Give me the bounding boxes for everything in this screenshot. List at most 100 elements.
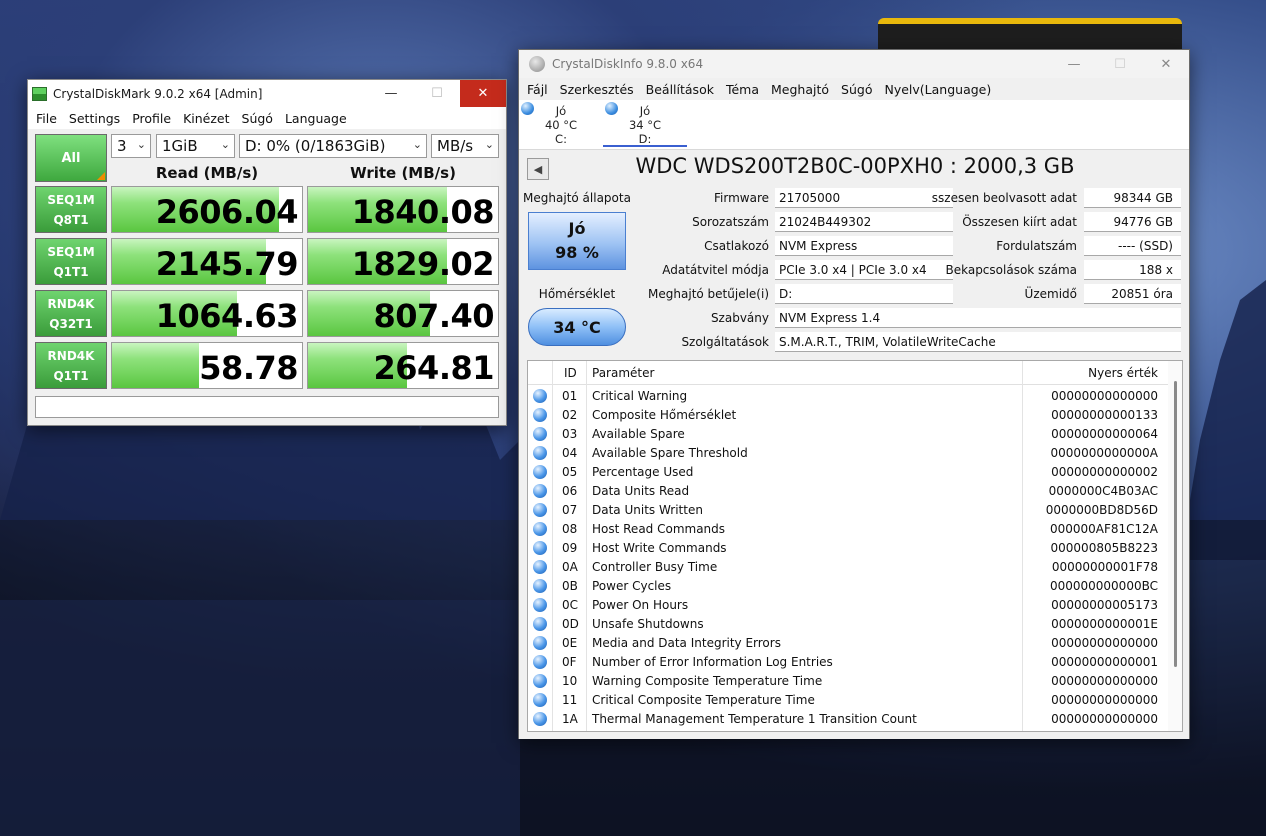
menu-drive[interactable]: Meghajtó <box>765 82 835 97</box>
smart-row[interactable]: 05 Percentage Used 00000000000002 <box>528 463 1168 482</box>
smart-row[interactable]: 10 Warning Composite Temperature Time 0000… <box>528 672 1168 691</box>
features-label: Szolgáltatások <box>681 335 769 349</box>
read-result: 58.78 <box>111 342 303 389</box>
smart-parameter: Host Write Commands <box>592 541 727 555</box>
col-parameter[interactable]: Paraméter <box>592 366 654 380</box>
status-dot-icon <box>533 465 547 479</box>
crystaldiskinfo-window: CrystalDiskInfo 9.8.0 x64 — ☐ ✕ Fájl Sze… <box>518 49 1190 739</box>
test-button[interactable]: SEQ1M Q1T1 <box>35 238 107 285</box>
test-name: RND4K <box>47 296 95 311</box>
read-result-value: 1064.63 <box>155 297 299 335</box>
unit-value: MB/s <box>437 137 474 155</box>
drive-tab-d[interactable]: Jó 34 °C D: <box>603 100 687 147</box>
smart-row[interactable]: 0E Media and Data Integrity Errors 0000000… <box>528 634 1168 653</box>
menu-help[interactable]: Súgó <box>236 111 279 126</box>
corner-indicator-icon <box>97 172 105 180</box>
smart-row[interactable]: 01 Critical Warning 00000000000000 <box>528 387 1168 406</box>
smart-row[interactable]: 0D Unsafe Shutdowns 0000000000001E <box>528 615 1168 634</box>
write-result-value: 807.40 <box>373 297 495 335</box>
smart-raw-value: 00000000000000 <box>1051 693 1158 707</box>
read-result-value: 2606.04 <box>155 193 299 231</box>
transfer-mode-value: PCIe 3.0 x4 | PCIe 3.0 x4 <box>775 260 953 280</box>
write-header: Write (MB/s) <box>350 164 456 182</box>
smart-raw-value: 00000000005173 <box>1051 598 1158 612</box>
smart-row[interactable]: 09 Host Write Commands 000000805B8223 <box>528 539 1168 558</box>
health-dot-icon <box>521 102 534 115</box>
menu-settings[interactable]: Beállítások <box>640 82 720 97</box>
smart-raw-value: 00000000000000 <box>1051 712 1158 726</box>
menu-file[interactable]: Fájl <box>521 82 554 97</box>
test-button[interactable]: SEQ1M Q8T1 <box>35 186 107 233</box>
read-header: Read (MB/s) <box>155 164 259 182</box>
smart-row[interactable]: 0F Number of Error Information Log Entrie… <box>528 653 1168 672</box>
smart-row[interactable]: 0C Power On Hours 00000000005173 <box>528 596 1168 615</box>
write-result: 807.40 <box>307 290 499 337</box>
menu-settings[interactable]: Settings <box>63 111 126 126</box>
write-result-value: 264.81 <box>373 349 495 387</box>
drive-select[interactable]: D: 0% (0/1863GiB) ⌄ <box>239 134 427 158</box>
scrollbar-thumb[interactable] <box>1174 381 1177 667</box>
smart-parameter: Percentage Used <box>592 465 694 479</box>
rotation-label: Fordulatszám <box>996 239 1077 253</box>
health-label: Meghajtó állapota <box>523 191 631 205</box>
cdi-menubar: Fájl Szerkesztés Beállítások Téma Meghaj… <box>519 78 1189 100</box>
test-count-select[interactable]: 3 ⌄ <box>111 134 151 158</box>
test-size-select[interactable]: 1GiB ⌄ <box>156 134 235 158</box>
status-dot-icon <box>533 522 547 536</box>
close-button[interactable]: ✕ <box>460 80 506 107</box>
power-hours-value: 20851 óra <box>1084 284 1181 304</box>
smart-id: 1A <box>562 712 578 726</box>
previous-drive-button[interactable]: ◀ <box>527 158 549 180</box>
minimize-button[interactable]: — <box>368 80 414 107</box>
maximize-button[interactable]: ☐ <box>1097 50 1143 78</box>
menu-language[interactable]: Language <box>279 111 353 126</box>
smart-row[interactable]: 03 Available Spare 00000000000064 <box>528 425 1168 444</box>
col-raw-value[interactable]: Nyers érték <box>1088 366 1158 380</box>
test-button[interactable]: RND4K Q1T1 <box>35 342 107 389</box>
smart-row[interactable]: 0B Power Cycles 000000000000BC <box>528 577 1168 596</box>
smart-row[interactable]: 07 Data Units Written 0000000BD8D56D <box>528 501 1168 520</box>
comment-input[interactable] <box>35 396 499 418</box>
test-button[interactable]: RND4K Q32T1 <box>35 290 107 337</box>
smart-row[interactable]: 02 Composite Hőmérséklet 00000000000133 <box>528 406 1168 425</box>
close-button[interactable]: ✕ <box>1143 50 1189 78</box>
vertical-scrollbar[interactable] <box>1168 361 1182 731</box>
temperature-badge[interactable]: 34 °C <box>528 308 626 346</box>
smart-row[interactable]: 04 Available Spare Threshold 0000000000000… <box>528 444 1168 463</box>
serial-value: 21024B449302 <box>775 212 953 232</box>
smart-raw-value: 0000000C4B03AC <box>1048 484 1158 498</box>
menu-help[interactable]: Súgó <box>835 82 878 97</box>
smart-row[interactable]: 08 Host Read Commands 000000AF81C12A <box>528 520 1168 539</box>
menu-theme[interactable]: Kinézet <box>177 111 235 126</box>
rotation-value: ---- (SSD) <box>1084 236 1181 256</box>
smart-row[interactable]: 11 Critical Composite Temperature Time 000… <box>528 691 1168 710</box>
drive-tab-c[interactable]: Jó 40 °C C: <box>519 100 603 147</box>
status-dot-icon <box>533 636 547 650</box>
menu-language[interactable]: Nyelv(Language) <box>878 82 997 97</box>
crystaldiskmark-icon <box>32 86 47 101</box>
smart-parameter: Media and Data Integrity Errors <box>592 636 781 650</box>
smart-raw-value: 0000000000001E <box>1051 617 1158 631</box>
all-button-label: All <box>61 150 81 166</box>
smart-parameter: Thermal Management Temperature 1 Transit… <box>592 712 917 726</box>
menu-file[interactable]: File <box>30 111 63 126</box>
cdm-titlebar: CrystalDiskMark 9.0.2 x64 [Admin] — ☐ ✕ <box>28 80 506 107</box>
read-result-value: 2145.79 <box>155 245 299 283</box>
unit-select[interactable]: MB/s ⌄ <box>431 134 499 158</box>
crystaldiskinfo-icon <box>529 56 545 72</box>
smart-row[interactable]: 0A Controller Busy Time 00000000001F78 <box>528 558 1168 577</box>
temperature-value: 34 °C <box>553 317 601 337</box>
smart-row[interactable]: 06 Data Units Read 0000000C4B03AC <box>528 482 1168 501</box>
smart-row[interactable]: 1A Thermal Management Temperature 1 Trans… <box>528 710 1168 729</box>
minimize-button[interactable]: — <box>1051 50 1097 78</box>
menu-profile[interactable]: Profile <box>126 111 177 126</box>
read-result: 2145.79 <box>111 238 303 285</box>
maximize-button[interactable]: ☐ <box>414 80 460 107</box>
smart-parameter: Composite Hőmérséklet <box>592 408 737 422</box>
menu-theme[interactable]: Téma <box>720 82 765 97</box>
col-id[interactable]: ID <box>564 366 577 380</box>
all-button[interactable]: All <box>35 134 107 182</box>
health-status-badge[interactable]: Jó 98 % <box>528 212 626 270</box>
smart-id: 08 <box>562 522 578 536</box>
menu-edit[interactable]: Szerkesztés <box>554 82 640 97</box>
